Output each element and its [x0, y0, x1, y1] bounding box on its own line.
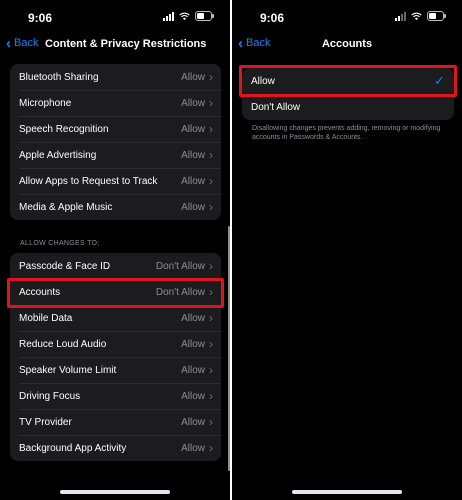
chevron-right-icon: ›	[209, 122, 213, 136]
item-label: Driving Focus	[19, 390, 81, 402]
list-item[interactable]: Apple Advertising Allow ›	[10, 142, 221, 168]
content-privacy-screen: 9:06 ‹ Back Content & Privacy Restrictio…	[0, 0, 230, 500]
back-label: Back	[14, 37, 39, 49]
item-value: Allow	[181, 442, 205, 454]
status-bar: 9:06	[0, 0, 230, 34]
item-label: Bluetooth Sharing	[19, 71, 99, 83]
chevron-right-icon: ›	[209, 415, 213, 429]
list-item[interactable]: Passcode & Face ID Don't Allow ›	[10, 253, 221, 279]
page-title: Content & Privacy Restrictions	[45, 38, 207, 50]
item-label: Background App Activity	[19, 442, 127, 454]
chevron-right-icon: ›	[209, 200, 213, 214]
home-indicator	[60, 490, 170, 494]
status-bar: 9:06	[232, 0, 462, 34]
chevron-right-icon: ›	[209, 389, 213, 403]
chevron-right-icon: ›	[209, 148, 213, 162]
privacy-settings-group: Bluetooth Sharing Allow › Microphone Allow ›…	[10, 64, 221, 220]
chevron-right-icon: ›	[209, 96, 213, 110]
status-icons	[163, 11, 214, 21]
accounts-highlight	[7, 278, 224, 308]
item-label: Speaker Volume Limit	[19, 364, 117, 376]
list-item[interactable]: Media & Apple Music Allow ›	[10, 194, 221, 220]
item-value: Allow	[181, 97, 205, 109]
status-icons	[395, 11, 446, 21]
option-dont-allow[interactable]: Don't Allow	[242, 94, 454, 120]
chevron-right-icon: ›	[209, 441, 213, 455]
signal-icon	[163, 11, 174, 21]
battery-icon	[195, 11, 214, 21]
list-item[interactable]: Speech Recognition Allow ›	[10, 116, 221, 142]
chevron-right-icon: ›	[209, 363, 213, 377]
list-item[interactable]: Speaker Volume Limit Allow ›	[10, 357, 221, 383]
accounts-screen: 9:06 ‹ Back Accounts Allow ✓ Don't Allow…	[232, 0, 462, 500]
item-label: TV Provider	[19, 416, 72, 428]
allow-highlight	[239, 65, 457, 97]
chevron-right-icon: ›	[209, 337, 213, 351]
item-value: Allow	[181, 175, 205, 187]
battery-icon	[427, 11, 446, 21]
status-time: 9:06	[259, 11, 285, 25]
item-value: Allow	[181, 416, 205, 428]
item-value: Don't Allow	[155, 260, 205, 272]
item-label: Passcode & Face ID	[19, 260, 111, 272]
signal-icon	[395, 11, 406, 21]
item-value: Allow	[181, 71, 205, 83]
wifi-icon	[411, 12, 422, 20]
page-title: Accounts	[321, 38, 373, 50]
chevron-right-icon: ›	[209, 70, 213, 84]
back-button[interactable]: ‹ Back	[6, 34, 39, 52]
nav-bar: ‹ Back Accounts	[232, 34, 462, 56]
item-label: Mobile Data	[19, 312, 73, 324]
item-label: Media & Apple Music	[19, 201, 113, 213]
footnote: Disallowing changes prevents adding, rem…	[252, 125, 441, 141]
item-label: Microphone	[19, 97, 72, 109]
list-item[interactable]: Mobile Data Allow ›	[10, 305, 221, 331]
item-value: Allow	[181, 123, 205, 135]
status-time: 9:06	[27, 11, 53, 25]
chevron-right-icon: ›	[209, 311, 213, 325]
list-item[interactable]: Background App Activity Allow ›	[10, 435, 221, 461]
item-value: Allow	[181, 364, 205, 376]
item-value: Allow	[181, 390, 205, 402]
list-item[interactable]: TV Provider Allow ›	[10, 409, 221, 435]
list-item[interactable]: Allow Apps to Request to Track Allow ›	[10, 168, 221, 194]
section-header: ALLOW CHANGES TO:	[20, 240, 100, 247]
list-item[interactable]: Microphone Allow ›	[10, 90, 221, 116]
chevron-right-icon: ›	[209, 174, 213, 188]
wifi-icon	[179, 12, 190, 20]
option-label: Don't Allow	[251, 101, 301, 113]
item-value: Allow	[181, 338, 205, 350]
item-label: Apple Advertising	[19, 149, 97, 161]
chevron-left-icon: ‹	[6, 34, 11, 52]
nav-bar: ‹ Back Content & Privacy Restrictions	[0, 34, 230, 56]
item-value: Allow	[181, 149, 205, 161]
item-value: Allow	[181, 312, 205, 324]
list-item[interactable]: Driving Focus Allow ›	[10, 383, 221, 409]
item-label: Reduce Loud Audio	[19, 338, 107, 350]
list-item[interactable]: Bluetooth Sharing Allow ›	[10, 64, 221, 90]
list-item[interactable]: Reduce Loud Audio Allow ›	[10, 331, 221, 357]
chevron-right-icon: ›	[209, 259, 213, 273]
item-value: Allow	[181, 201, 205, 213]
item-label: Allow Apps to Request to Track	[19, 175, 158, 187]
home-indicator	[292, 490, 402, 494]
item-label: Speech Recognition	[19, 123, 109, 135]
scrollbar[interactable]	[228, 226, 230, 471]
